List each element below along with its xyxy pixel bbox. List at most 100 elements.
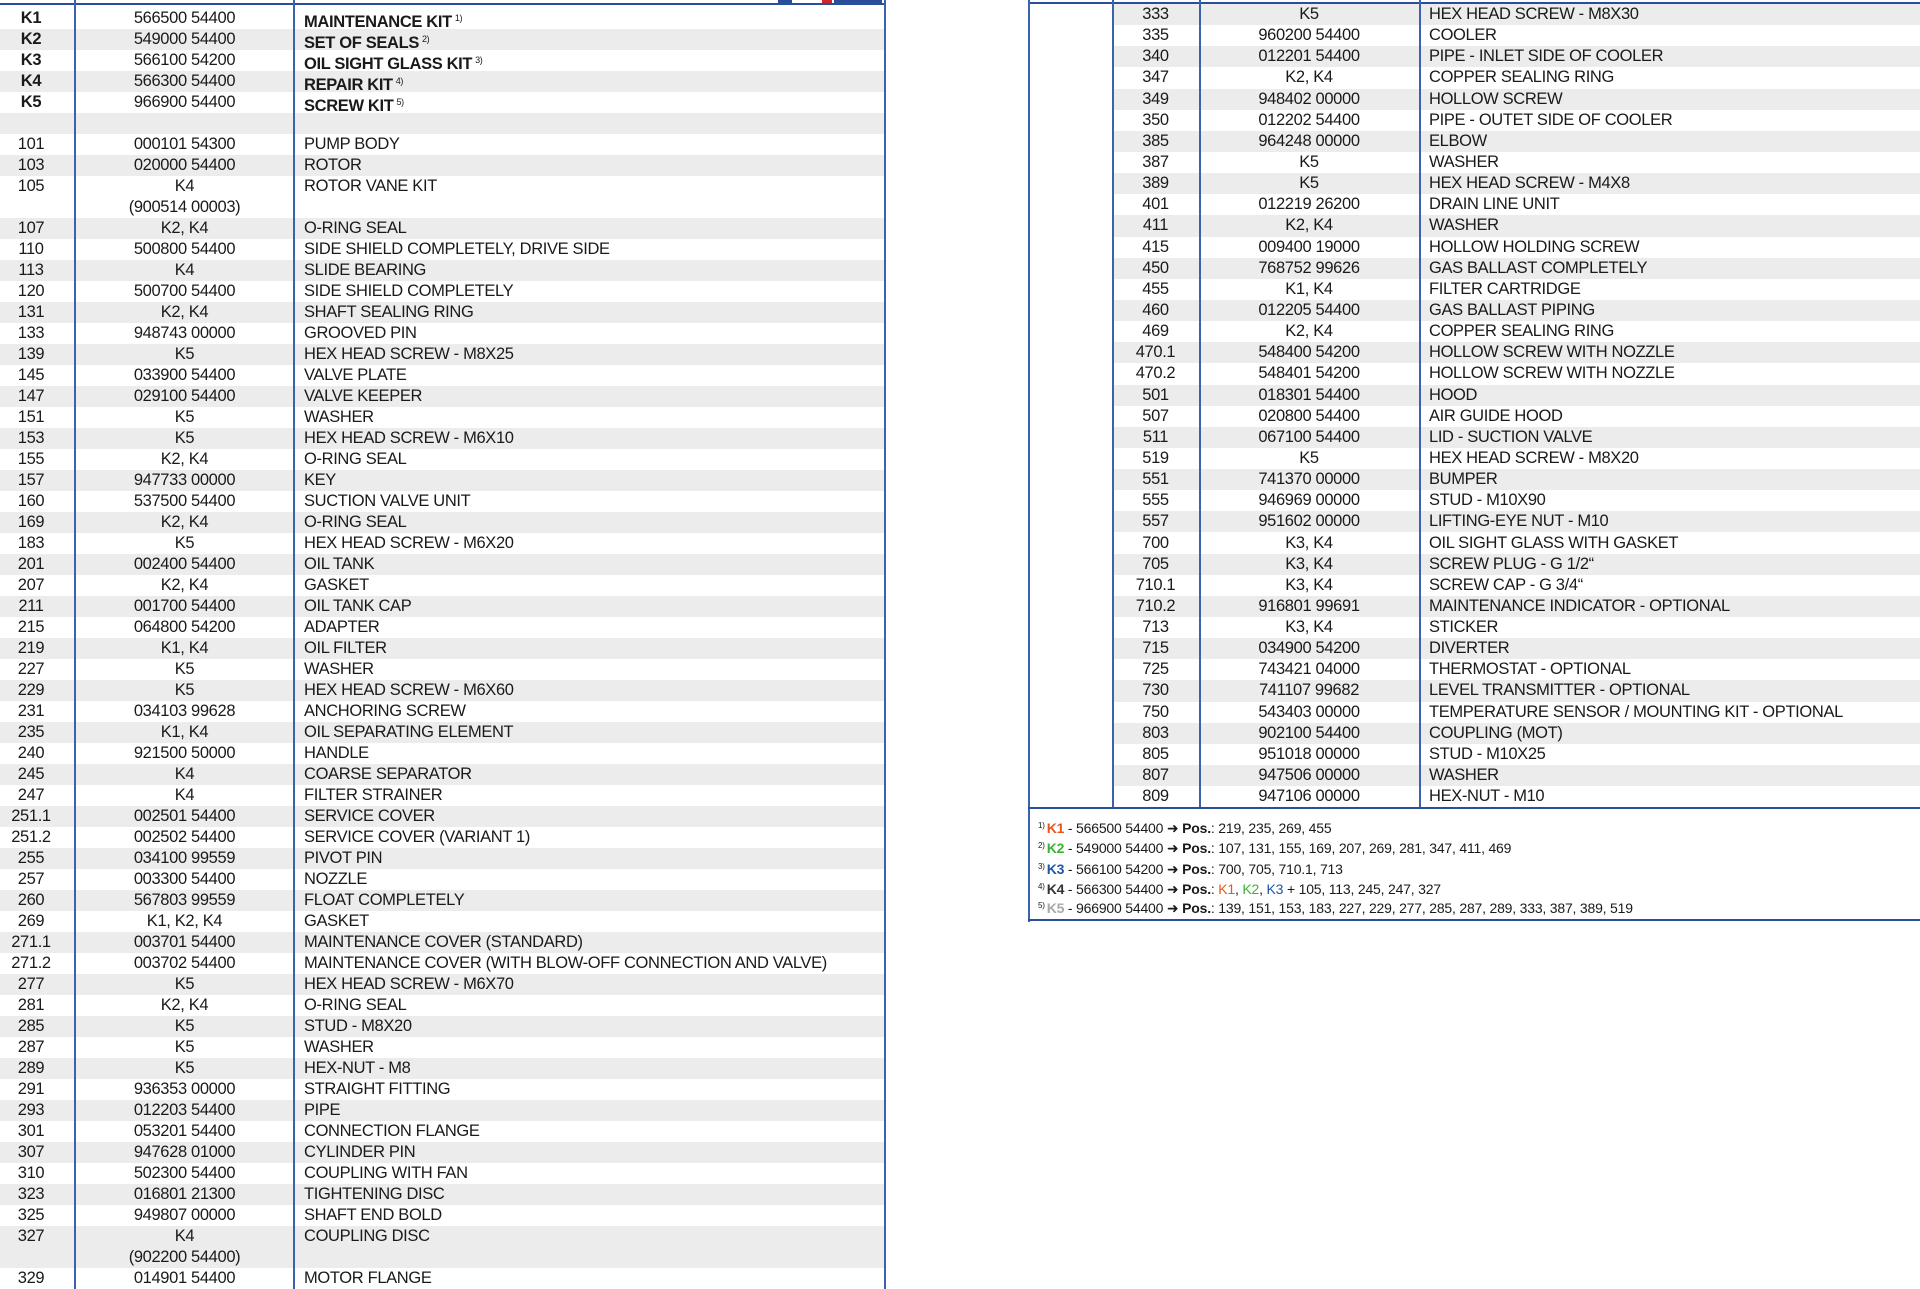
part-number-cell: 012205 54400 xyxy=(1258,300,1360,319)
position-cell: 469 xyxy=(1142,322,1169,341)
table-row: 131 K2, K4 SHAFT SEALING RING xyxy=(0,302,886,323)
table-row: 120 500700 54400 SIDE SHIELD COMPLETELY xyxy=(0,281,886,302)
description-cell: STUD - M8X20 xyxy=(304,1016,412,1037)
position-cell: 211 xyxy=(18,597,44,615)
part-number-cell: K2, K4 xyxy=(1285,68,1333,87)
description-cell: HEX HEAD SCREW - M6X10 xyxy=(304,428,514,449)
description-cell: COUPLING WITH FAN xyxy=(304,1163,468,1184)
position-cell: 251.2 xyxy=(11,828,51,846)
description: MOTOR FLANGE xyxy=(304,1269,432,1287)
position-cell: 207 xyxy=(17,576,45,594)
description-cell: OIL TANK CAP xyxy=(304,596,412,617)
table-row: 323 016801 21300 TIGHTENING DISC xyxy=(0,1184,886,1205)
position-cell: 715 xyxy=(1142,639,1169,658)
part-number-cell: K5 xyxy=(75,533,294,554)
description-cell: SERVICE COVER xyxy=(304,806,435,827)
description: MAINTENANCE COVER (STANDARD) xyxy=(304,933,583,951)
part-number: 566300 54400 xyxy=(133,72,236,90)
part-number-cell: K1, K2, K4 xyxy=(75,911,294,932)
position-cell: 147 xyxy=(17,387,45,405)
table-row: 350 012202 54400 PIPE - OUTET SIDE OF COOL… xyxy=(1112,110,1920,131)
position-cell: 310 xyxy=(17,1164,45,1182)
description-cell: SUCTION VALVE UNIT xyxy=(304,491,471,512)
description-cell: ROTOR xyxy=(304,155,362,176)
description-cell: SLIDE BEARING xyxy=(304,260,426,281)
description-cell: GROOVED PIN xyxy=(304,323,417,344)
position-cell: 289 xyxy=(17,1059,45,1077)
part-number: K4 xyxy=(174,177,195,195)
description-cell: PUMP BODY xyxy=(304,134,400,155)
position-cell: K5 xyxy=(20,93,42,111)
position-cell: 555 xyxy=(1142,491,1169,510)
arrow-icon: ➜ xyxy=(1166,900,1179,916)
footnote-bottom-border xyxy=(1028,919,1920,921)
part-number: K2, K4 xyxy=(160,303,209,321)
position-cell: 240 xyxy=(17,744,45,762)
part-number: K5 xyxy=(174,534,195,552)
table-row: 219 K1, K4 OIL FILTER xyxy=(0,638,886,659)
description: O-RING SEAL xyxy=(304,450,407,468)
position-cell: 139 xyxy=(17,345,45,363)
part-number: 014901 54400 xyxy=(133,1269,236,1287)
description-cell: HOLLOW SCREW WITH NOZZLE xyxy=(1429,364,1675,383)
part-number: K1, K4 xyxy=(160,639,209,657)
description-cell: HEX HEAD SCREW - M8X20 xyxy=(1429,448,1639,467)
position-cell: K4 xyxy=(20,72,42,90)
part-number-cell: K2, K4 xyxy=(1285,216,1333,235)
part-number-cell: K5 xyxy=(75,344,294,365)
table-row: 713 K3, K4 STICKER xyxy=(1112,617,1920,638)
table-row: 347 K2, K4 COPPER SEALING RING xyxy=(1112,67,1920,88)
position-cell: 227 xyxy=(17,660,45,678)
footnote-line: 1) K1 - 566500 54400 ➜ Pos.: 219, 235, 26… xyxy=(1038,817,1332,837)
column-divider xyxy=(293,0,295,1289)
table-row: 251.2 002502 54400 SERVICE COVER (VARIANT … xyxy=(0,827,886,848)
part-number-cell: 743421 04000 xyxy=(1258,660,1360,679)
description-cell: O-RING SEAL xyxy=(304,218,407,239)
part-number-cell: 003701 54400 xyxy=(75,932,294,953)
parts-table-left: K1 566500 54400 MAINTENANCE KIT 1) K2 549000 … xyxy=(0,0,886,1289)
position-cell: K1 xyxy=(20,9,42,27)
part-number: K4 xyxy=(174,261,195,279)
part-number: 020000 54400 xyxy=(133,156,236,174)
description: COUPLING DISC xyxy=(304,1227,430,1245)
position-cell: 120 xyxy=(17,282,45,300)
description-cell: PIPE - INLET SIDE OF COOLER xyxy=(1429,47,1664,66)
part-number-cell: 502300 54400 xyxy=(75,1163,294,1184)
description-cell: LEVEL TRANSMITTER - OPTIONAL xyxy=(1429,681,1690,700)
table-row: 389 K5 HEX HEAD SCREW - M4X8 xyxy=(1112,173,1920,195)
part-number-cell: K1, K4 xyxy=(75,722,294,743)
table-row: 710.2 916801 99691 MAINTENANCE INDICATOR -… xyxy=(1112,595,1920,618)
part-number-cell: 960200 54400 xyxy=(1258,26,1360,45)
part-number-cell: 949807 00000 xyxy=(75,1205,294,1226)
part-number-cell: K3, K4 xyxy=(1285,575,1333,594)
position-cell: 519 xyxy=(1142,448,1169,467)
description: SLIDE BEARING xyxy=(304,261,426,279)
table-top-border xyxy=(0,3,886,5)
table-row: 501 018301 54400 HOOD xyxy=(1112,384,1920,406)
flag-graphic-red xyxy=(822,0,832,3)
part-number-cell: 566500 54400 xyxy=(75,8,294,29)
part-number-cell: K5 xyxy=(1299,5,1319,23)
position-cell: 105 xyxy=(17,177,45,195)
description: WASHER xyxy=(304,1038,374,1056)
part-number: K5 xyxy=(174,1038,195,1056)
table-row: 340 012201 54400 PIPE - INLET SIDE OF COOL… xyxy=(1112,46,1920,68)
table-row: 411 K2, K4 WASHER xyxy=(1112,215,1920,237)
position-list: : 700, 705, 710.1, 713 xyxy=(1210,861,1343,877)
part-number: K5 xyxy=(174,681,195,699)
position-cell: 713 xyxy=(1142,618,1169,637)
position-cell: 153 xyxy=(17,429,45,447)
table-row: K1 566500 54400 MAINTENANCE KIT 1) xyxy=(0,8,886,31)
position-cell: 215 xyxy=(17,618,45,636)
part-number-cell: 000101 54300 xyxy=(75,134,294,155)
description-cell: COARSE SEPARATOR xyxy=(304,764,472,785)
description-cell: SERVICE COVER (VARIANT 1) xyxy=(304,827,530,848)
description-cell: DIVERTER xyxy=(1429,639,1510,658)
description-cell: FILTER STRAINER xyxy=(304,785,443,806)
position-cell: 307 xyxy=(17,1143,45,1161)
part-number: 016801 21300 xyxy=(133,1185,236,1203)
table-row: 551 741370 00000 BUMPER xyxy=(1112,469,1920,491)
table-row: 349 948402 00000 HOLLOW SCREW xyxy=(1112,88,1920,110)
part-number-cell: 012202 54400 xyxy=(1258,110,1360,129)
part-number: K4 xyxy=(174,1227,195,1245)
